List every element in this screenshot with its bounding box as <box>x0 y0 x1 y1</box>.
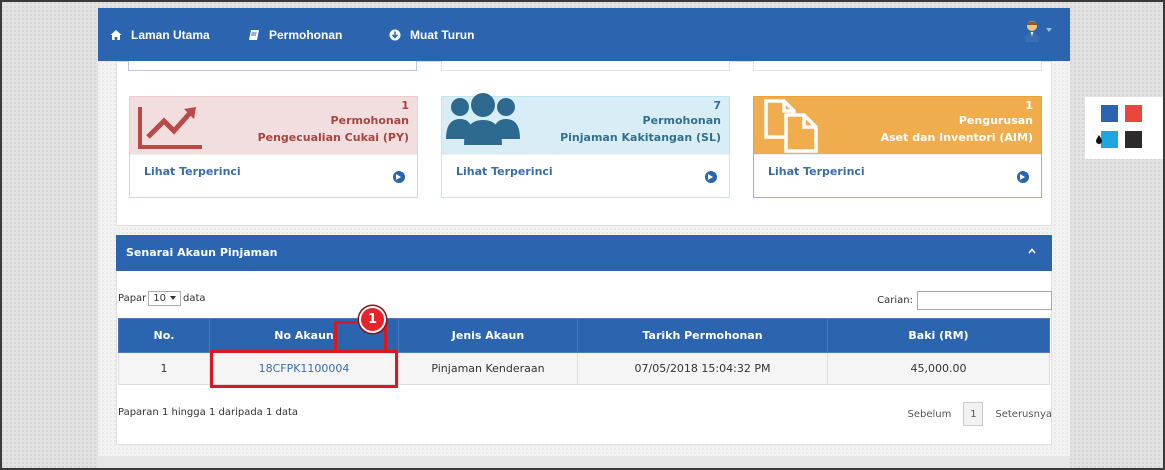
color-drop-icon[interactable] <box>1096 135 1102 144</box>
col-header-account-type[interactable]: Jenis Akaun <box>398 318 578 353</box>
users-group-icon <box>446 93 520 145</box>
user-menu-caret-icon[interactable] <box>1046 28 1052 34</box>
length-suffix: data <box>183 293 206 304</box>
card-asset-inventory: 1 Pengurusan Aset dan Inventori (AIM) Li… <box>753 96 1042 198</box>
page-number-button[interactable]: 1 <box>963 402 984 426</box>
card-footer-link[interactable]: Lihat Terperinci <box>130 154 417 197</box>
card-strip <box>753 61 1042 71</box>
card-staff-loan: 7 Permohonan Pinjaman Kakitangan (SL) Li… <box>441 93 730 198</box>
search-label: Carian: <box>877 295 913 306</box>
cell-application-date: 07/05/2018 15:04:32 PM <box>577 352 828 385</box>
card-header: 1 Permohonan Pengecualian Cukai (PY) <box>130 97 417 154</box>
card-title-line1: Pengurusan <box>958 114 1033 127</box>
color-swatch[interactable] <box>1101 105 1118 122</box>
chart-trend-icon <box>138 107 202 149</box>
col-header-no[interactable]: No. <box>118 318 210 353</box>
search-input[interactable] <box>917 291 1052 310</box>
card-footer-link[interactable]: Lihat Terperinci <box>754 154 1041 197</box>
color-swatch[interactable] <box>1125 131 1142 148</box>
length-prefix: Papar <box>118 293 147 304</box>
loan-panel-title: Senarai Akaun Pinjaman <box>126 246 278 259</box>
home-icon <box>110 29 122 40</box>
arrow-circle-right-icon <box>705 171 717 183</box>
card-count: 1 <box>401 99 409 112</box>
card-title-line2: Pinjaman Kakitangan (SL) <box>560 131 721 144</box>
nav-download-label: Muat Turun <box>410 27 475 42</box>
card-title-line2: Aset dan Inventori (AIM) <box>880 131 1033 144</box>
page-length-control: Papar 10 data <box>118 291 206 306</box>
nav-download[interactable]: Muat Turun <box>389 8 474 61</box>
book-icon <box>249 29 259 40</box>
card-count: 1 <box>1025 99 1033 112</box>
chevron-up-icon[interactable] <box>1028 247 1036 255</box>
color-swatch[interactable] <box>1125 105 1142 122</box>
cell-account-type: Pinjaman Kenderaan <box>398 352 578 385</box>
view-details-label: Lihat Terperinci <box>768 165 865 178</box>
card-header: 1 Pengurusan Aset dan Inventori (AIM) <box>754 97 1041 154</box>
copy-documents-icon <box>764 99 818 153</box>
card-title-line1: Permohonan <box>330 114 409 127</box>
card-title-line2: Pengecualian Cukai (PY) <box>257 131 409 144</box>
cell-no: 1 <box>118 352 210 385</box>
view-details-label: Lihat Terperinci <box>456 165 553 178</box>
card-strip <box>128 61 417 71</box>
arrow-circle-right-icon <box>393 171 405 183</box>
color-swatch[interactable] <box>1101 131 1118 148</box>
nav-applications[interactable]: Permohonan <box>248 8 342 61</box>
nav-applications-label: Permohonan <box>269 27 343 42</box>
step-number-badge: 1 <box>359 306 386 333</box>
arrow-circle-right-icon <box>1017 171 1029 183</box>
caret-down-icon <box>170 296 177 300</box>
next-page-button[interactable]: Seterusnya <box>995 409 1052 420</box>
nav-home-label: Laman Utama <box>131 27 210 42</box>
page-length-select[interactable]: 10 <box>148 291 182 306</box>
card-title-line1: Permohonan <box>642 114 721 127</box>
table-search: Carian: <box>877 291 1052 310</box>
main-container: Laman Utama Permohonan Muat Turun 1 Perm… <box>98 8 1070 470</box>
card-strip <box>441 61 730 71</box>
highlight-box <box>210 350 398 388</box>
prev-page-button[interactable]: Sebelum <box>908 409 952 420</box>
col-header-balance[interactable]: Baki (RM) <box>827 318 1050 353</box>
theme-color-picker <box>1085 97 1163 159</box>
page-length-value: 10 <box>153 293 167 304</box>
card-header: 7 Permohonan Pinjaman Kakitangan (SL) <box>442 93 729 154</box>
card-footer-link[interactable]: Lihat Terperinci <box>442 154 729 197</box>
nav-home[interactable]: Laman Utama <box>110 8 210 61</box>
pagination: Sebelum 1 Seterusnya <box>908 402 1052 426</box>
table-info: Paparan 1 hingga 1 daripada 1 data <box>118 407 299 418</box>
view-details-label: Lihat Terperinci <box>144 165 241 178</box>
loan-panel-header: Senarai Akaun Pinjaman <box>116 235 1052 271</box>
col-header-application-date[interactable]: Tarikh Permohonan <box>577 318 828 353</box>
download-circle-icon <box>389 29 401 40</box>
table-header-row: No. No Akaun Jenis Akaun Tarikh Permohon… <box>118 318 1050 353</box>
footer-band <box>98 456 1070 470</box>
user-avatar-icon[interactable] <box>1024 20 1040 42</box>
cell-balance: 45,000.00 <box>827 352 1050 385</box>
top-navbar: Laman Utama Permohonan Muat Turun <box>98 8 1070 61</box>
card-tax-exemption: 1 Permohonan Pengecualian Cukai (PY) Lih… <box>129 96 418 198</box>
card-count: 7 <box>713 99 721 112</box>
